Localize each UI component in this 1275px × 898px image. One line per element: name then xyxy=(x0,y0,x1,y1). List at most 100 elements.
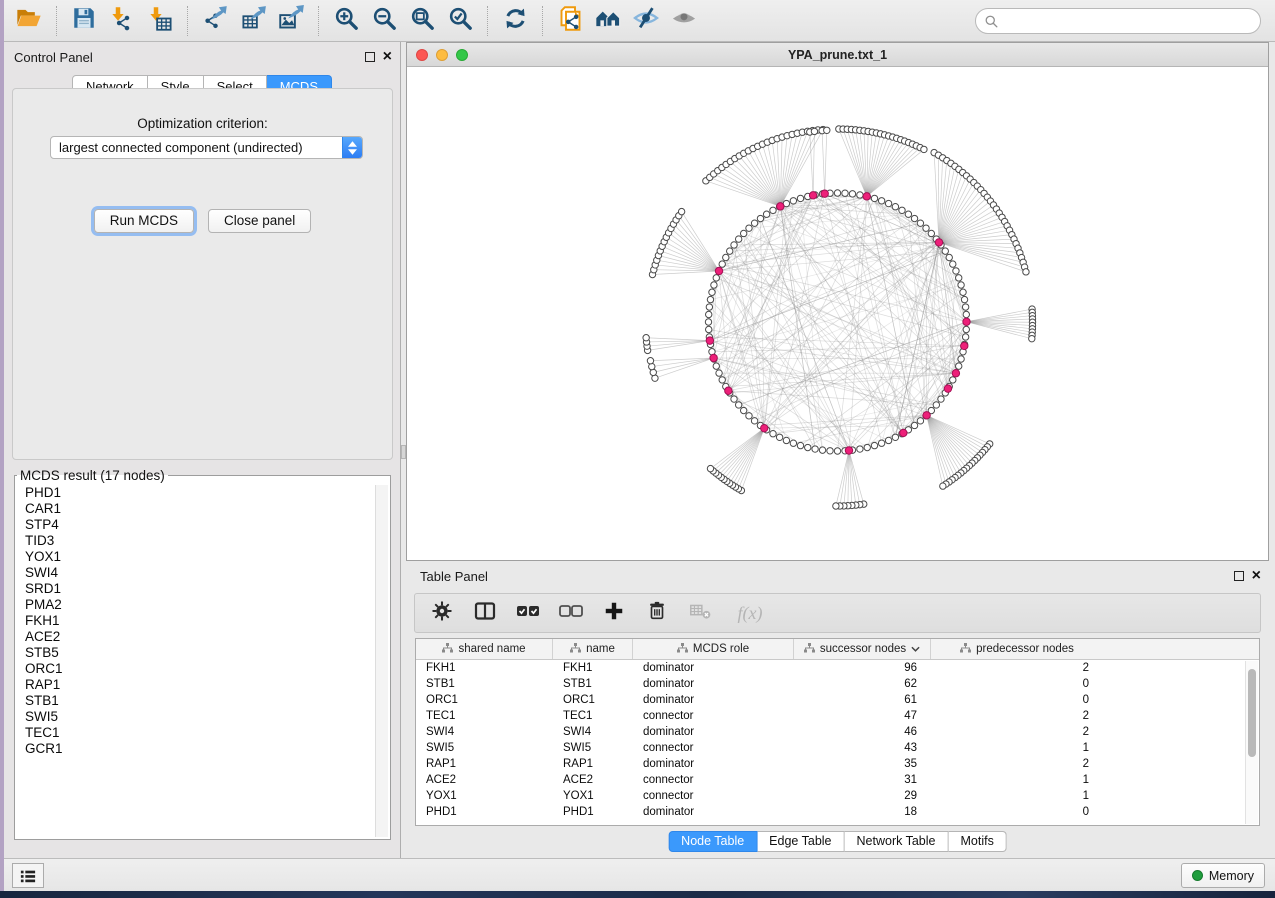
unselect-all-button[interactable] xyxy=(558,600,584,626)
cell-successor_nodes: 61 xyxy=(794,694,931,706)
close-panel-button[interactable]: Close panel xyxy=(208,209,311,233)
column-header-shared-name[interactable]: shared name xyxy=(416,639,553,659)
cell-predecessor_nodes: 1 xyxy=(931,742,1103,754)
show-graphics-details-button[interactable] xyxy=(665,4,703,38)
refresh-button[interactable] xyxy=(496,4,534,38)
hide-graphics-details-button[interactable] xyxy=(627,4,665,38)
save-session-button[interactable] xyxy=(65,4,103,38)
import-network-button[interactable] xyxy=(103,4,141,38)
delete-table-button xyxy=(687,600,713,626)
table-row[interactable]: ACE2ACE2connector311 xyxy=(416,772,1259,788)
table-row[interactable]: STB1STB1dominator620 xyxy=(416,676,1259,692)
cell-mcds_role: dominator xyxy=(633,726,794,738)
cell-successor_nodes: 46 xyxy=(794,726,931,738)
table-row[interactable]: RAP1RAP1dominator352 xyxy=(416,756,1259,772)
control-panel: Control Panel × NetworkStyleSelectMCDS O… xyxy=(4,42,401,858)
table-panel: Table Panel × f(x) shared namenameMCDS r… xyxy=(406,561,1269,858)
mcds-result-title: MCDS result (17 nodes) xyxy=(17,468,168,483)
nested-networks-button[interactable] xyxy=(589,4,627,38)
import-table-button[interactable] xyxy=(141,4,179,38)
mcds-result-item[interactable]: FKH1 xyxy=(17,613,374,629)
cell-predecessor_nodes: 2 xyxy=(931,726,1103,738)
zoom-selected-button[interactable] xyxy=(441,4,479,38)
select-all-button[interactable] xyxy=(515,600,541,626)
search-input[interactable] xyxy=(1005,14,1252,29)
sort-tree-icon xyxy=(442,643,453,656)
clone-network-button[interactable] xyxy=(551,4,589,38)
table-toolbar: f(x) xyxy=(414,593,1261,633)
tab-edge-table[interactable]: Edge Table xyxy=(757,831,844,852)
toolbar-separator xyxy=(487,6,488,36)
table-scrollbar[interactable] xyxy=(1245,661,1258,824)
toggle-panel-button[interactable] xyxy=(472,600,498,626)
table-row[interactable]: TEC1TEC1connector472 xyxy=(416,708,1259,724)
memory-button[interactable]: Memory xyxy=(1181,863,1265,888)
mcds-result-item[interactable]: STP4 xyxy=(17,517,374,533)
sort-tree-icon xyxy=(677,643,688,656)
mcds-result-item[interactable]: CAR1 xyxy=(17,501,374,517)
zoom-in-button[interactable] xyxy=(327,4,365,38)
cell-predecessor_nodes: 0 xyxy=(931,694,1103,706)
mcds-result-item[interactable]: TEC1 xyxy=(17,725,374,741)
mcds-result-item[interactable]: TID3 xyxy=(17,533,374,549)
run-mcds-button[interactable]: Run MCDS xyxy=(94,209,194,233)
table-row[interactable]: SWI4SWI4dominator462 xyxy=(416,724,1259,740)
table-scrollbar-thumb[interactable] xyxy=(1248,669,1256,757)
zoom-selected-icon xyxy=(447,5,474,37)
mcds-result-item[interactable]: PMA2 xyxy=(17,597,374,613)
search-field[interactable] xyxy=(975,8,1261,34)
cell-mcds_role: dominator xyxy=(633,662,794,674)
float-panel-icon[interactable] xyxy=(365,52,375,62)
column-header-MCDS-role[interactable]: MCDS role xyxy=(633,639,794,659)
table-row[interactable]: FKH1FKH1dominator962 xyxy=(416,660,1259,676)
mcds-result-item[interactable]: SWI5 xyxy=(17,709,374,725)
cell-mcds_role: dominator xyxy=(633,678,794,690)
result-list-scrollbar[interactable] xyxy=(375,485,388,837)
network-window-titlebar[interactable]: YPA_prune.txt_1 xyxy=(407,43,1268,67)
cell-successor_nodes: 31 xyxy=(794,774,931,786)
network-canvas[interactable] xyxy=(407,67,1268,560)
zoom-fit-button[interactable] xyxy=(403,4,441,38)
column-header-predecessor-nodes[interactable]: predecessor nodes xyxy=(931,639,1103,659)
mcds-result-item[interactable]: YOX1 xyxy=(17,549,374,565)
cell-name: PHD1 xyxy=(553,806,633,818)
show-frames-button[interactable] xyxy=(12,863,44,888)
open-file-button[interactable] xyxy=(10,4,48,38)
export-image-button[interactable] xyxy=(272,4,310,38)
cell-mcds_role: connector xyxy=(633,774,794,786)
close-table-panel-icon[interactable]: × xyxy=(1252,571,1261,581)
mcds-result-item[interactable]: STB5 xyxy=(17,645,374,661)
node-table-header: shared namenameMCDS rolesuccessor nodesp… xyxy=(416,639,1259,660)
close-panel-icon[interactable]: × xyxy=(383,52,392,62)
mcds-result-item[interactable]: PHD1 xyxy=(17,485,374,501)
export-table-button[interactable] xyxy=(234,4,272,38)
unselect-all-icon xyxy=(558,600,584,627)
table-row[interactable]: SWI5SWI5connector431 xyxy=(416,740,1259,756)
column-header-name[interactable]: name xyxy=(553,639,633,659)
zoom-out-button[interactable] xyxy=(365,4,403,38)
mcds-result-item[interactable]: ORC1 xyxy=(17,661,374,677)
mcds-result-item[interactable]: ACE2 xyxy=(17,629,374,645)
cell-predecessor_nodes: 2 xyxy=(931,758,1103,770)
mcds-result-item[interactable]: SWI4 xyxy=(17,565,374,581)
table-row[interactable]: YOX1YOX1connector291 xyxy=(416,788,1259,804)
optimization-criterion-select[interactable]: largest connected component (undirected) xyxy=(50,136,363,159)
mcds-result-item[interactable]: GCR1 xyxy=(17,741,374,757)
export-network-button[interactable] xyxy=(196,4,234,38)
tab-motifs[interactable]: Motifs xyxy=(948,831,1006,852)
cell-successor_nodes: 35 xyxy=(794,758,931,770)
mcds-result-item[interactable]: STB1 xyxy=(17,693,374,709)
table-row[interactable]: ORC1ORC1dominator610 xyxy=(416,692,1259,708)
float-table-panel-icon[interactable] xyxy=(1234,571,1244,581)
tab-network-table[interactable]: Network Table xyxy=(845,831,949,852)
table-row[interactable]: PHD1PHD1dominator180 xyxy=(416,804,1259,820)
column-settings-gear-button[interactable] xyxy=(429,600,455,626)
node-table-body: FKH1FKH1dominator962STB1STB1dominator620… xyxy=(416,660,1259,820)
add-column-button[interactable] xyxy=(601,600,627,626)
mcds-result-item[interactable]: RAP1 xyxy=(17,677,374,693)
delete-column-button[interactable] xyxy=(644,600,670,626)
select-all-icon xyxy=(515,600,541,627)
tab-node-table[interactable]: Node Table xyxy=(668,831,757,852)
mcds-result-item[interactable]: SRD1 xyxy=(17,581,374,597)
column-header-successor-nodes[interactable]: successor nodes xyxy=(794,639,931,659)
